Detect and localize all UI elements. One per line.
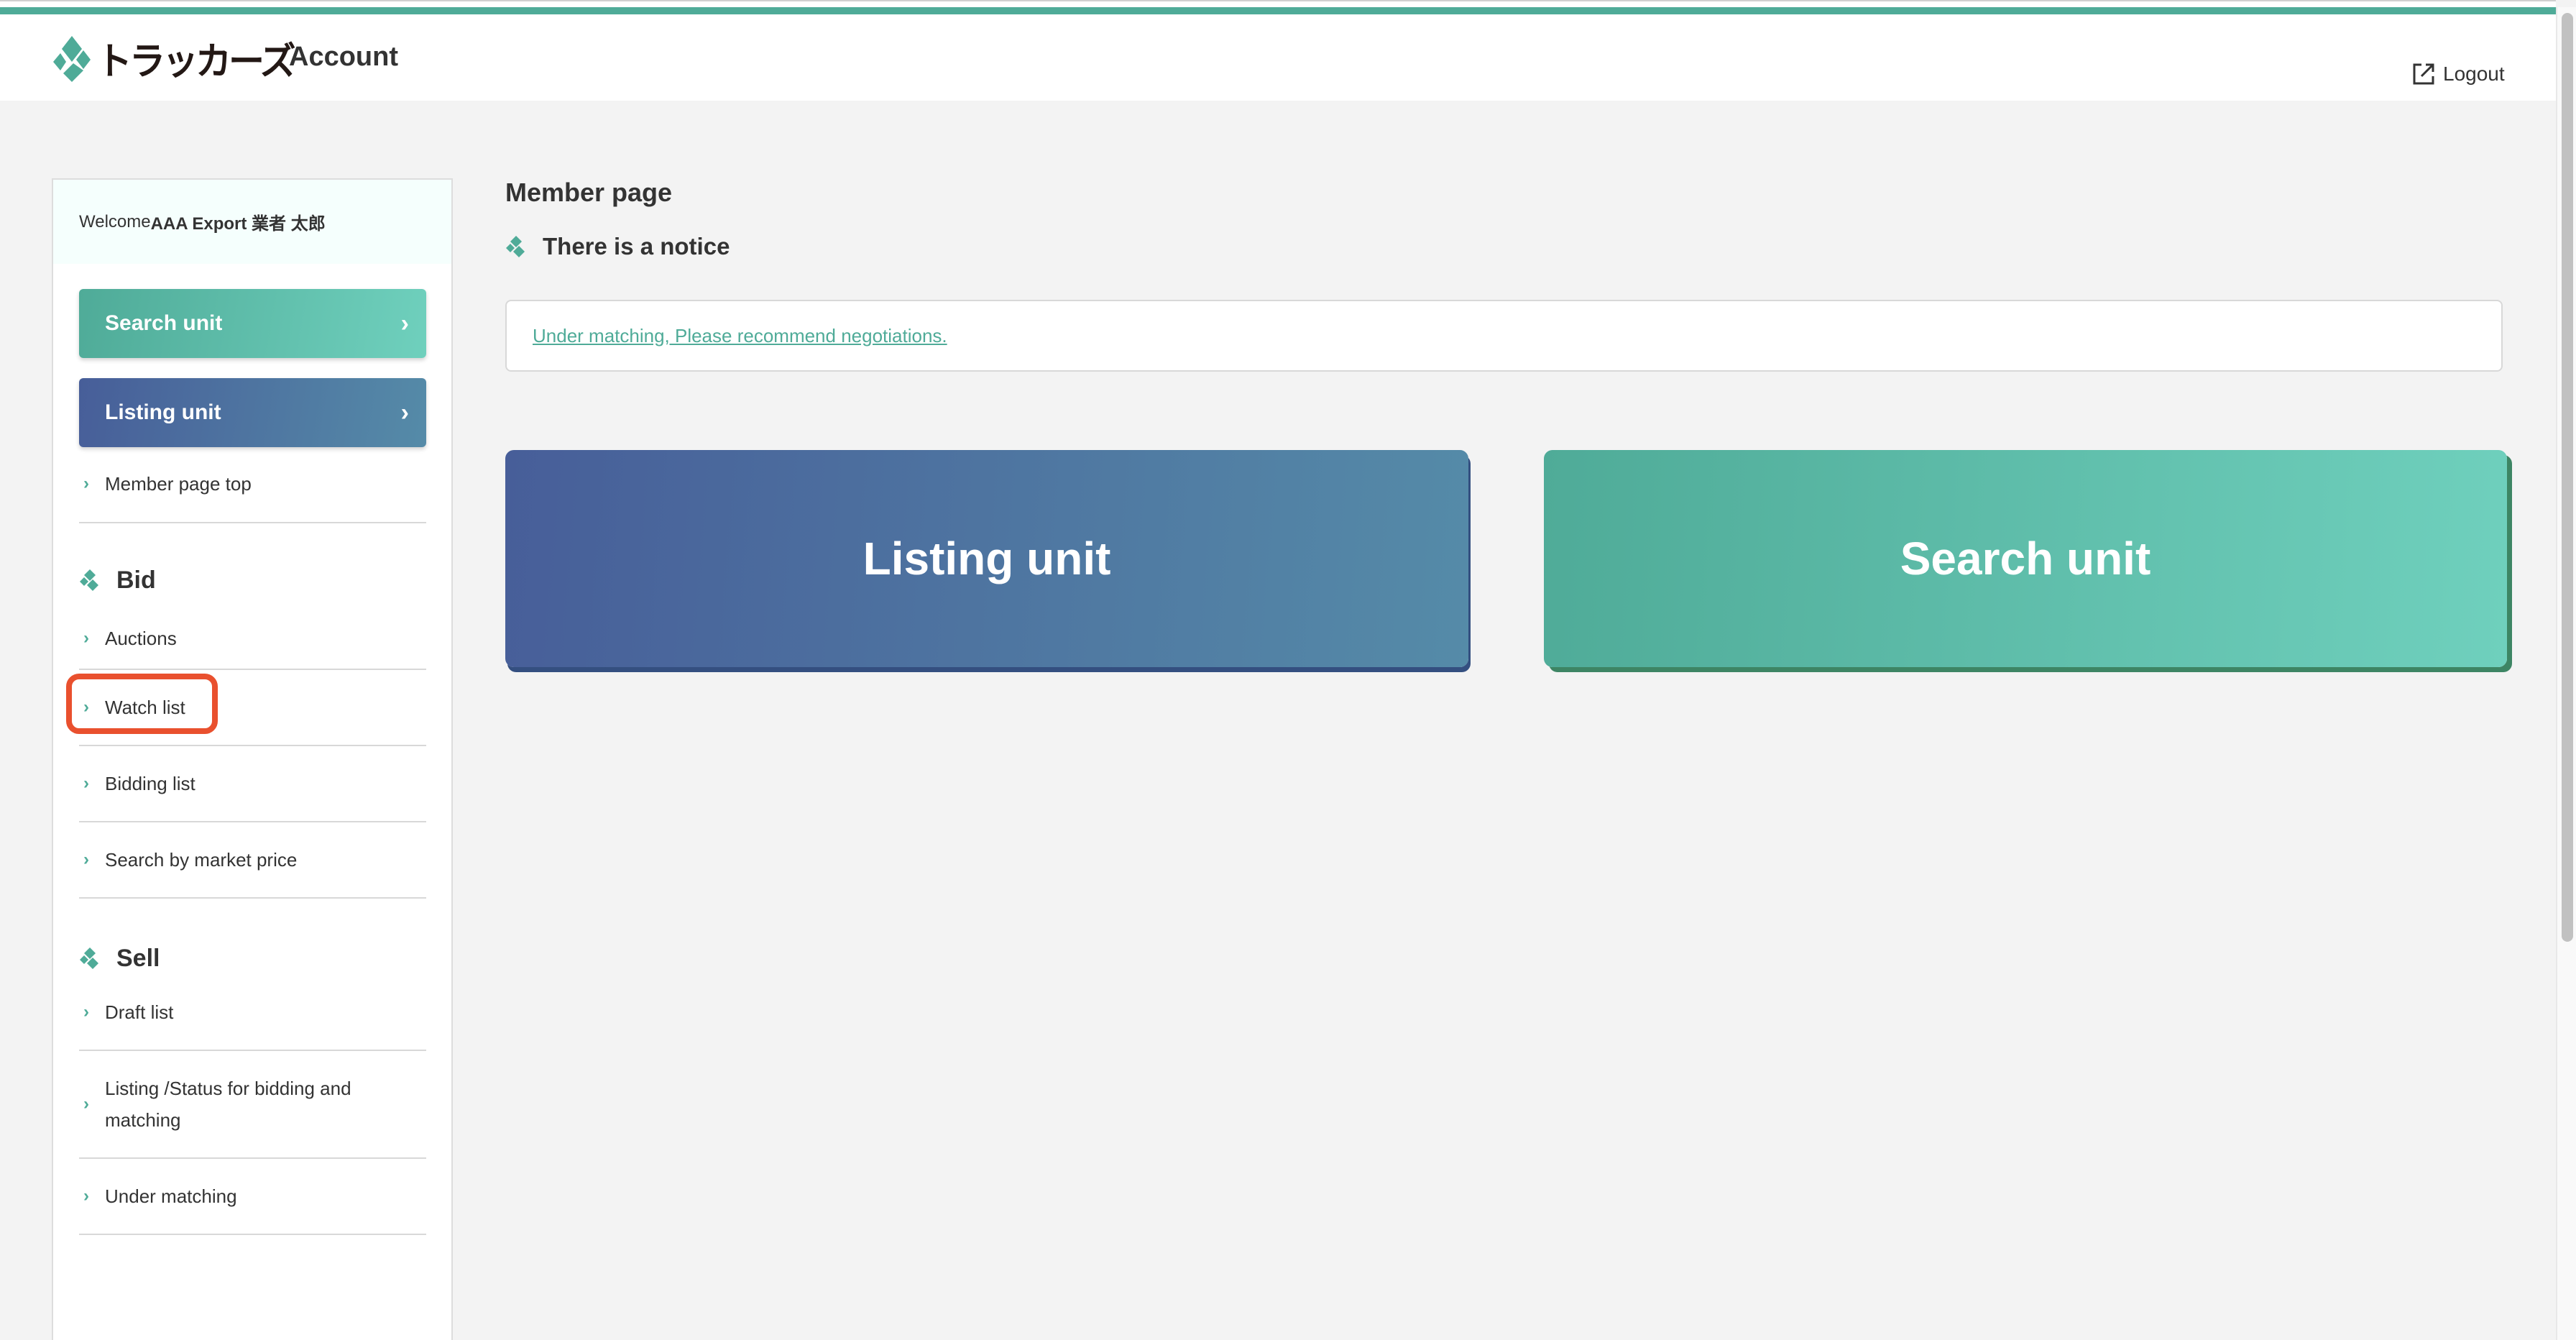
chevron-right-icon: › [400,309,409,337]
chevron-right-icon: › [83,697,89,717]
section-heading-sell: Sell [79,943,426,973]
sidebar-item-auctions[interactable]: › Auctions [79,608,426,670]
logo-diamond-icon [50,35,95,82]
header-title: Account [289,42,398,72]
sidebar-item-label: Draft list [105,1001,174,1023]
vertical-scrollbar[interactable] [2556,7,2576,1340]
sidebar-item-label: Member page top [105,473,252,495]
section-heading-bid: Bid [79,565,426,595]
section-heading-label: Sell [116,944,160,972]
welcome-message: Welcome AAA Export 業者 太郎 [53,180,451,264]
diamond-icon [80,569,98,591]
notice-heading-label: There is a notice [543,233,730,260]
chevron-right-icon: › [83,628,89,648]
listing-unit-label: Listing unit [862,533,1111,584]
chevron-right-icon: › [400,398,409,426]
search-unit-label: Search unit [1900,533,2151,584]
sidebar-search-unit-label: Search unit [105,311,223,335]
notice-link[interactable]: Under matching, Please recommend negotia… [533,325,947,347]
sidebar-item-label: Listing /Status for bidding and matching [105,1078,351,1131]
chevron-right-icon: › [83,1002,89,1022]
sidebar-item-draft-list[interactable]: › Draft list [79,975,426,1051]
sidebar: Welcome AAA Export 業者 太郎 Search unit › Li… [52,178,453,1340]
sidebar-item-label: Search by market price [105,849,298,871]
diamond-icon [506,236,525,257]
notice-box: Under matching, Please recommend negotia… [505,300,2503,372]
sidebar-listing-unit-label: Listing unit [105,400,221,424]
diamond-icon [80,947,98,969]
sidebar-item-member-page-top[interactable]: › Member page top [79,446,426,523]
logo[interactable]: トラッカーズ [50,33,295,83]
logout-button[interactable]: Logout [2411,62,2505,86]
notice-heading: There is a notice [505,233,730,260]
chevron-right-icon: › [83,1094,89,1114]
sidebar-item-label: Watch list [105,697,185,718]
page-title: Member page [505,178,673,207]
sidebar-search-unit-button[interactable]: Search unit › [79,289,426,358]
sidebar-item-label: Under matching [105,1185,237,1207]
accent-bar [0,7,2556,14]
sidebar-item-label: Auctions [105,628,177,649]
logout-label: Logout [2443,63,2505,85]
sidebar-item-search-by-market-price[interactable]: › Search by market price [79,822,426,899]
chevron-right-icon: › [83,850,89,869]
external-link-icon [2413,63,2434,85]
listing-unit-button[interactable]: Listing unit [505,450,1468,667]
logo-text: トラッカーズ [96,39,295,83]
sidebar-item-under-matching[interactable]: › Under matching [79,1159,426,1235]
chevron-right-icon: › [83,1186,89,1206]
sidebar-item-bidding-list[interactable]: › Bidding list [79,746,426,822]
window-top-border [0,0,2556,7]
section-heading-label: Bid [116,566,156,594]
chevron-right-icon: › [83,474,89,493]
welcome-user-name: AAA Export 業者 太郎 [150,214,326,234]
chevron-right-icon: › [83,774,89,793]
header: トラッカーズ Account Logout [0,14,2556,101]
scrollbar-thumb[interactable] [2562,13,2573,942]
sidebar-item-listing-status[interactable]: › Listing /Status for bidding and matchi… [79,1051,426,1159]
sidebar-item-label: Bidding list [105,773,196,794]
welcome-prefix: Welcome [79,211,151,231]
search-unit-button[interactable]: Search unit [1544,450,2507,667]
sidebar-nav: › Member page top Bid › Auctions › Watch… [79,446,426,1235]
sidebar-item-watch-list[interactable]: › Watch list [79,670,426,746]
sidebar-listing-unit-button[interactable]: Listing unit › [79,378,426,447]
